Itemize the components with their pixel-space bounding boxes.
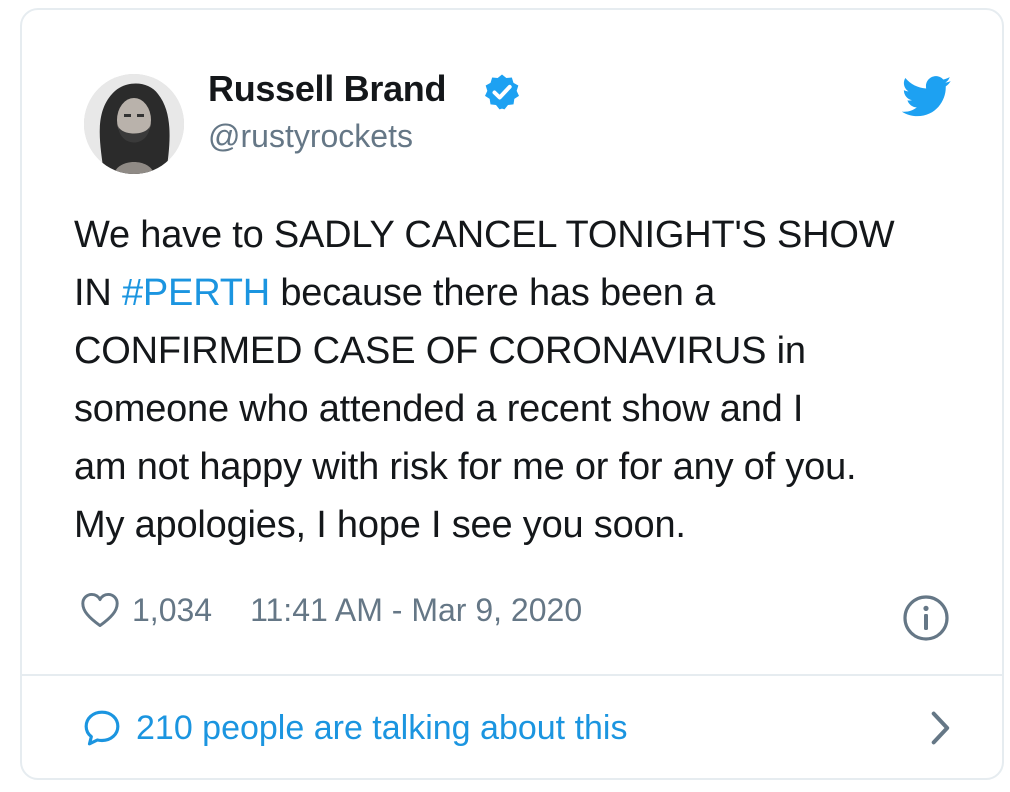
avatar-image bbox=[84, 74, 184, 174]
like-count[interactable]: 1,034 bbox=[132, 592, 212, 629]
tweet-text-line: IN #PERTH because there has been a bbox=[74, 264, 979, 322]
tweet-text-line: someone who attended a recent show and I bbox=[74, 388, 804, 430]
conversation-text[interactable]: 210 people are talking about this bbox=[136, 709, 627, 748]
hashtag-link[interactable]: #PERTH bbox=[122, 272, 270, 314]
tweet-text-line: CONFIRMED CASE OF CORONAVIRUS in bbox=[74, 330, 806, 372]
tweet-timestamp[interactable]: 11:41 AM - Mar 9, 2020 bbox=[250, 592, 582, 629]
tweet-text-line: am not happy with risk for me or for any… bbox=[74, 446, 857, 488]
avatar[interactable] bbox=[84, 74, 184, 174]
conversation-link[interactable]: 210 people are talking about this bbox=[82, 704, 952, 752]
verified-badge-icon bbox=[485, 74, 519, 110]
display-name[interactable]: Russell Brand bbox=[208, 68, 446, 110]
tweet-card[interactable]: Russell Brand @rustyrockets We have to S… bbox=[20, 8, 1004, 780]
tweet-meta: 1,034 11:41 AM - Mar 9, 2020 bbox=[80, 588, 582, 632]
tweet-text: We have to SADLY CANCEL TONIGHT'S SHOW I… bbox=[74, 206, 979, 554]
heart-icon[interactable] bbox=[80, 592, 120, 628]
tweet-text-line: My apologies, I hope I see you soon. bbox=[74, 504, 686, 546]
user-handle[interactable]: @rustyrockets bbox=[208, 118, 413, 155]
speech-bubble-icon bbox=[84, 710, 120, 746]
info-icon[interactable] bbox=[902, 594, 950, 642]
divider bbox=[22, 674, 1002, 676]
tweet-text-fragment: IN bbox=[74, 272, 122, 314]
twitter-bird-icon[interactable] bbox=[902, 76, 952, 118]
tweet-text-line: We have to SADLY CANCEL TONIGHT'S SHOW bbox=[74, 214, 895, 256]
chevron-right-icon[interactable] bbox=[928, 710, 952, 746]
tweet-text-fragment: because there has been a bbox=[270, 272, 716, 314]
